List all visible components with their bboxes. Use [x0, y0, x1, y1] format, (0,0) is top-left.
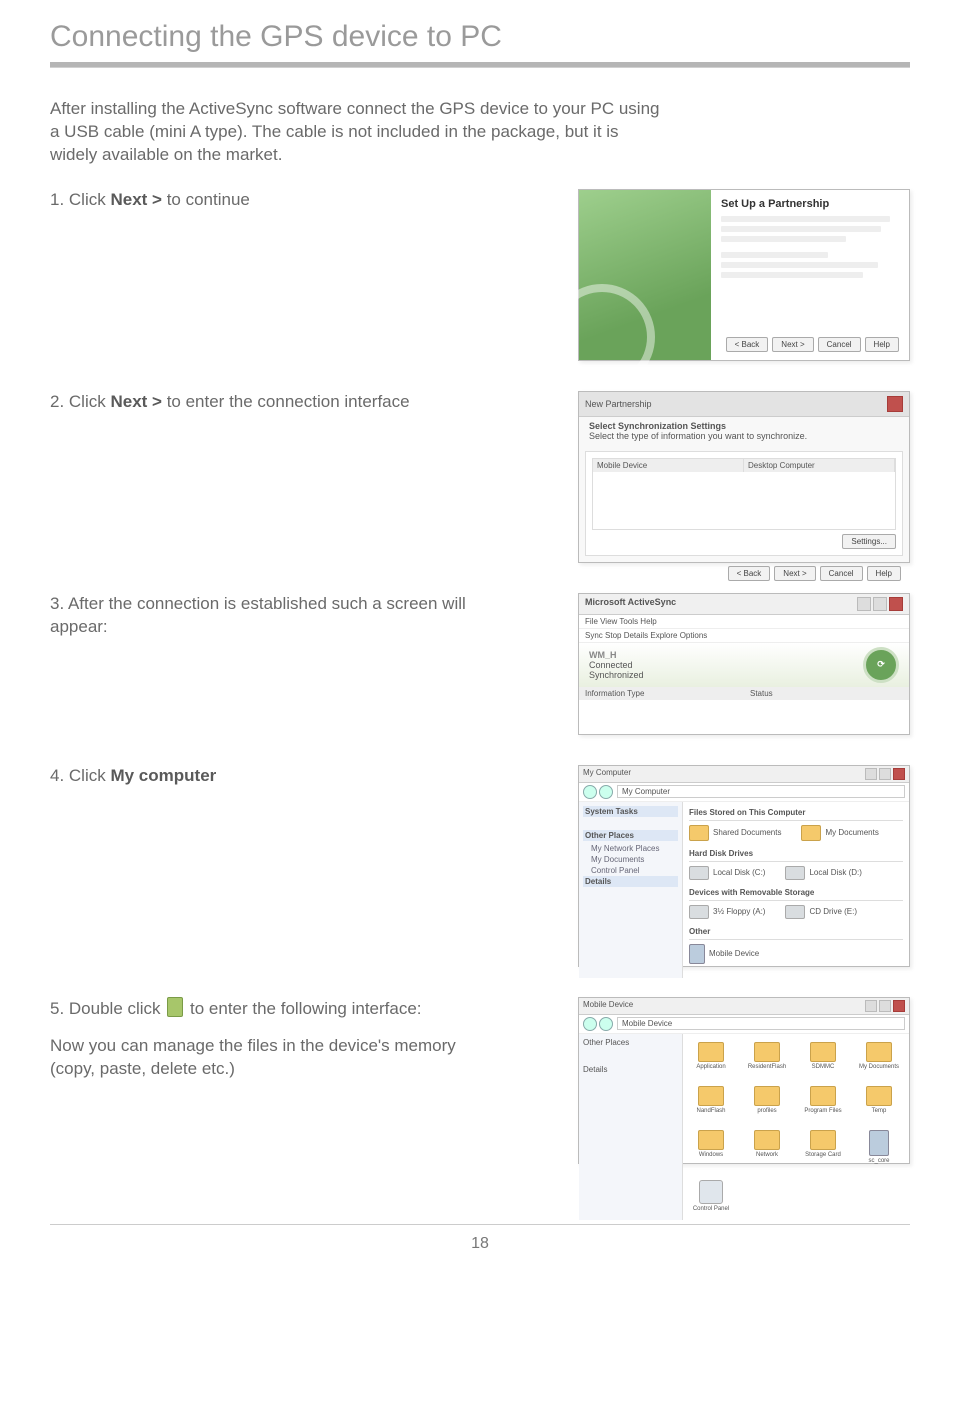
sidepane-other-places: Other Places	[583, 1038, 678, 1047]
folder-icon	[801, 825, 821, 841]
folder-icon	[810, 1130, 836, 1150]
shot2-title: New Partnership	[585, 399, 652, 409]
folder-icon	[698, 1130, 724, 1150]
shot1-back-button: < Back	[726, 337, 769, 352]
footer-rule	[50, 1224, 910, 1225]
shot3-menu: File View Tools Help	[579, 615, 909, 629]
title-rule	[50, 62, 910, 68]
shot2-back-button: < Back	[728, 566, 771, 581]
shot3-status2: Synchronized	[589, 670, 644, 680]
folder-icon	[810, 1086, 836, 1106]
shot3-title: Microsoft ActiveSync	[585, 597, 676, 611]
group-hard-disk: Hard Disk Drives	[689, 849, 903, 858]
folder-icon	[754, 1086, 780, 1106]
shot3-col2: Status	[744, 687, 909, 700]
sidepane-other-places: Other Places	[583, 830, 678, 841]
shot3-toolbar: Sync Stop Details Explore Options	[579, 629, 909, 643]
intro-paragraph: After installing the ActiveSync software…	[50, 98, 670, 167]
folder-icon	[866, 1042, 892, 1062]
close-icon	[887, 396, 903, 412]
control-panel-icon	[699, 1180, 723, 1204]
shot1-next-button: Next >	[772, 337, 813, 352]
step-5-note: Now you can manage the files in the devi…	[50, 1036, 456, 1078]
shot2-col2: Desktop Computer	[744, 459, 895, 472]
shot1-cancel-button: Cancel	[818, 337, 861, 352]
step-2-text: 2. Click Next > to enter the connection …	[50, 391, 410, 414]
shot3-status1: Connected	[589, 660, 644, 670]
step-1-text: 1. Click Next > to continue	[50, 189, 250, 212]
step-5-text: 5. Double click to enter the following i…	[50, 997, 480, 1081]
floppy-icon	[689, 905, 709, 919]
mobile-device-icon	[689, 944, 705, 964]
mobile-device-icon	[167, 997, 183, 1017]
folder-icon	[810, 1042, 836, 1062]
folder-icon	[698, 1086, 724, 1106]
sidepane-details: Details	[583, 1065, 678, 1074]
group-other: Other	[689, 927, 903, 936]
shot5-title: Mobile Device	[583, 1000, 633, 1012]
drive-icon	[689, 866, 709, 880]
folder-icon	[698, 1042, 724, 1062]
sidepane-details: Details	[583, 876, 678, 887]
group-removable: Devices with Removable Storage	[689, 888, 903, 897]
screenshot-mobile-device-explorer: Mobile Device Mobile Device Other Places…	[578, 997, 910, 1164]
folder-icon	[754, 1042, 780, 1062]
shot2-help-button: Help	[867, 566, 901, 581]
shot4-title: My Computer	[583, 768, 631, 780]
screenshot-sync-settings: New Partnership Select Synchronization S…	[578, 391, 910, 563]
step-4-text: 4. Click My computer	[50, 765, 216, 788]
shot2-next-button: Next >	[774, 566, 815, 581]
screenshot-activesync-connected: Microsoft ActiveSync File View Tools Hel…	[578, 593, 910, 735]
screenshot-my-computer: My Computer My Computer System Tasks Oth…	[578, 765, 910, 967]
sync-icon: ⟳	[863, 647, 899, 683]
shot5-address: Mobile Device	[617, 1017, 905, 1030]
shot2-cancel-button: Cancel	[820, 566, 863, 581]
shot3-device: WM_H	[589, 650, 644, 660]
folder-icon	[689, 825, 709, 841]
shot1-heading: Set Up a Partnership	[721, 198, 899, 210]
shot2-settings-button: Settings...	[842, 534, 896, 549]
shot3-col1: Information Type	[579, 687, 744, 700]
shot2-col1: Mobile Device	[593, 459, 744, 472]
folder-icon	[754, 1130, 780, 1150]
shot4-address: My Computer	[617, 785, 905, 798]
page-number: 18	[50, 1235, 910, 1253]
folder-icon	[866, 1086, 892, 1106]
page-title: Connecting the GPS device to PC	[50, 20, 910, 54]
shot2-heading: Select Synchronization Settings	[589, 421, 726, 431]
drive-icon	[785, 866, 805, 880]
cd-icon	[785, 905, 805, 919]
shot2-subheading: Select the type of information you want …	[589, 431, 807, 441]
shot1-help-button: Help	[865, 337, 899, 352]
sidepane-system-tasks: System Tasks	[583, 806, 678, 817]
mobile-device-icon	[869, 1130, 889, 1156]
group-files-stored: Files Stored on This Computer	[689, 808, 903, 817]
screenshot-partnership-setup: Set Up a Partnership < Back Next > Cance…	[578, 189, 910, 361]
step-3-text: 3. After the connection is established s…	[50, 593, 480, 639]
